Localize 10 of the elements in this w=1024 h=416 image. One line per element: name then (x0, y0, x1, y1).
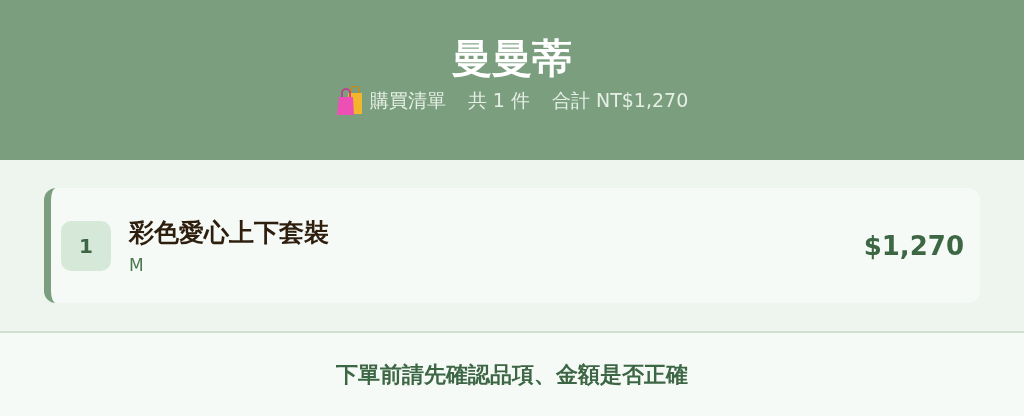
shopping-bags-icon (335, 86, 364, 116)
item-count: 共 1 件 (467, 88, 530, 113)
list-label: 購買清單 (369, 88, 446, 113)
item-name: 彩色愛心上下套裝 (129, 217, 330, 249)
order-total: 合計 NT$1,270 (551, 88, 689, 113)
item-variant: M (129, 255, 145, 275)
shop-title: 曼曼蒂 (452, 34, 572, 82)
item-number: 1 (61, 220, 111, 271)
item-price: $1,270 (863, 230, 964, 261)
notice-text: 下單前請先確認品項、金額是否正確 (336, 360, 688, 389)
